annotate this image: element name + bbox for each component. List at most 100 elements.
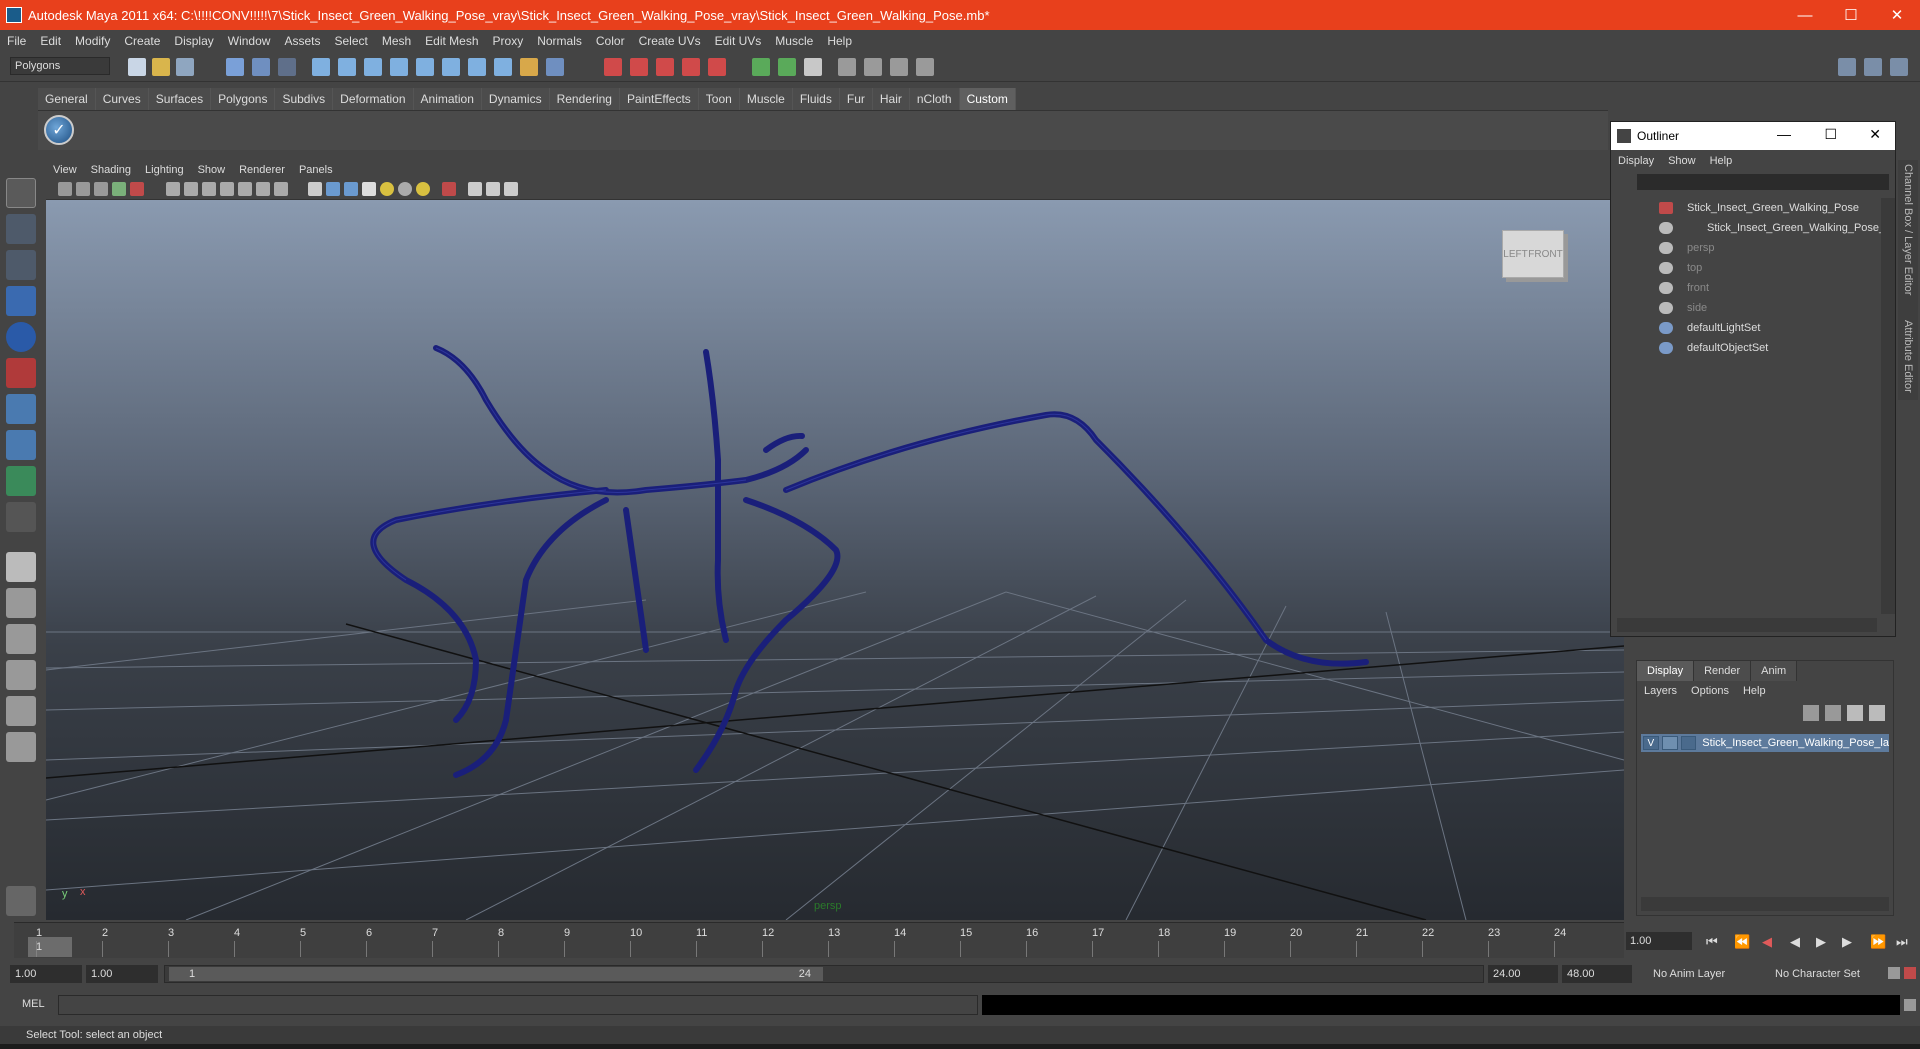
animation-preferences-icon[interactable] <box>1904 967 1916 979</box>
lasso-tool-icon[interactable] <box>6 214 36 244</box>
snap-grid-icon[interactable] <box>338 58 356 76</box>
step-forward-key-icon[interactable]: ⏩ <box>1870 934 1886 950</box>
outliner-filter-field[interactable] <box>1637 174 1889 190</box>
menu-create[interactable]: Create <box>117 34 167 48</box>
current-frame-field[interactable]: 1.00 <box>1626 932 1692 950</box>
construction-history-icon[interactable] <box>804 58 822 76</box>
menu-set-dropdown[interactable]: Polygons <box>10 57 110 75</box>
scale-tool-icon[interactable] <box>6 358 36 388</box>
viewcube-front-face[interactable]: FRONT <box>1528 249 1562 260</box>
xray-components-icon[interactable] <box>504 182 518 196</box>
xray-joints-icon[interactable] <box>486 182 500 196</box>
menu-color[interactable]: Color <box>589 34 632 48</box>
outliner-item[interactable]: defaultObjectSet <box>1611 338 1883 358</box>
go-to-start-icon[interactable]: ⏮ <box>1706 934 1718 950</box>
show-attribute-editor-icon[interactable] <box>1838 58 1856 76</box>
layer-horizontal-scrollbar[interactable] <box>1641 897 1889 911</box>
shelf-tab-deformation[interactable]: Deformation <box>333 88 414 110</box>
safe-title-icon[interactable] <box>274 182 288 196</box>
shelf-tab-fluids[interactable]: Fluids <box>792 88 840 110</box>
field-chart-icon[interactable] <box>238 182 252 196</box>
layer-menu-layers[interactable]: Layers <box>1637 685 1684 697</box>
persp-graph-layout-icon[interactable] <box>6 660 36 690</box>
layer-color-swatch[interactable] <box>1680 736 1697 750</box>
persp-outliner-layout-icon[interactable] <box>6 624 36 654</box>
rotate-tool-icon[interactable] <box>6 322 36 352</box>
new-scene-icon[interactable] <box>128 58 146 76</box>
menu-file[interactable]: File <box>0 34 33 48</box>
outliner-close-button[interactable]: ✕ <box>1869 126 1881 143</box>
universal-manipulator-icon[interactable] <box>6 394 36 424</box>
paint-select-tool-icon[interactable] <box>6 250 36 280</box>
safe-action-icon[interactable] <box>256 182 270 196</box>
step-back-frame-icon[interactable]: ◀ <box>1762 934 1772 950</box>
outliner-maximize-button[interactable]: ☐ <box>1824 126 1837 143</box>
save-scene-icon[interactable] <box>176 58 194 76</box>
history-icon[interactable] <box>468 58 486 76</box>
outliner-item[interactable]: front <box>1611 278 1883 298</box>
outliner-item[interactable]: top <box>1611 258 1883 278</box>
layer-tab-anim[interactable]: Anim <box>1751 661 1798 681</box>
viewport-menu-renderer[interactable]: Renderer <box>232 164 292 176</box>
shelf-tab-subdivs[interactable]: Subdivs <box>275 88 334 110</box>
layer-menu-help[interactable]: Help <box>1736 685 1773 697</box>
outliner-minimize-button[interactable]: — <box>1777 126 1791 142</box>
menu-display[interactable]: Display <box>167 34 220 48</box>
help-line-icon[interactable] <box>494 58 512 76</box>
snap-to-point-icon[interactable] <box>656 58 674 76</box>
wireframe-on-shaded-icon[interactable] <box>344 182 358 196</box>
layer-menu-options[interactable]: Options <box>1684 685 1736 697</box>
smooth-shade-icon[interactable] <box>326 182 340 196</box>
show-manipulator-icon[interactable] <box>6 466 36 496</box>
outliner-item[interactable]: defaultLightSet <box>1611 318 1883 338</box>
minimize-button[interactable]: — <box>1782 0 1828 30</box>
viewcube[interactable]: LEFT FRONT <box>1502 230 1564 278</box>
custom-shelf-check-icon[interactable]: ✓ <box>44 115 74 145</box>
step-back-key-icon[interactable]: ⏪ <box>1734 934 1750 950</box>
snap-plane-icon[interactable] <box>416 58 434 76</box>
layer-row[interactable]: V Stick_Insect_Green_Walking_Pose_la <box>1641 734 1889 752</box>
shelf-tab-general[interactable]: General <box>38 88 96 110</box>
soft-modification-icon[interactable] <box>6 430 36 460</box>
layer-visibility-toggle[interactable]: V <box>1643 736 1659 750</box>
image-plane-icon[interactable] <box>94 182 108 196</box>
shelf-tab-hair[interactable]: Hair <box>872 88 910 110</box>
viewcube-left-face[interactable]: LEFT <box>1503 249 1527 260</box>
outliner-item[interactable]: Stick_Insect_Green_Walking_Pose_ <box>1611 218 1885 238</box>
menu-create-uvs[interactable]: Create UVs <box>632 34 708 48</box>
default-light-icon[interactable] <box>380 182 394 196</box>
menu-proxy[interactable]: Proxy <box>486 34 531 48</box>
maximize-button[interactable]: ☐ <box>1828 0 1874 30</box>
script-editor-icon[interactable] <box>1904 999 1916 1011</box>
outliner-item[interactable]: side <box>1611 298 1883 318</box>
all-lights-icon[interactable] <box>398 182 412 196</box>
time-slider[interactable]: 1 2 3 4 5 6 7 8 9 10 11 12 13 14 15 16 17 18 19 20 21 22 23 24 … <box>14 922 1624 958</box>
render-settings-icon[interactable] <box>916 58 934 76</box>
film-gate-icon[interactable] <box>184 182 198 196</box>
mel-input[interactable] <box>58 995 978 1015</box>
grid-toggle-icon[interactable] <box>166 182 180 196</box>
outliner-item[interactable]: Stick_Insect_Green_Walking_Pose <box>1611 198 1883 218</box>
gate-mask-icon[interactable] <box>220 182 234 196</box>
shelf-tab-muscle[interactable]: Muscle <box>739 88 793 110</box>
shelf-tab-painteffects[interactable]: PaintEffects <box>619 88 699 110</box>
move-layer-down-icon[interactable] <box>1825 705 1841 721</box>
viewport-menu-shading[interactable]: Shading <box>84 164 138 176</box>
isolate-select-icon[interactable] <box>442 182 456 196</box>
viewport-menu-show[interactable]: Show <box>191 164 233 176</box>
outliner-vertical-scrollbar[interactable] <box>1881 198 1895 614</box>
render-current-icon[interactable] <box>864 58 882 76</box>
outliner-menu-show[interactable]: Show <box>1661 155 1703 167</box>
select-object-icon[interactable] <box>252 58 270 76</box>
resolution-gate-icon[interactable] <box>202 182 216 196</box>
camera-attributes-icon[interactable] <box>58 182 72 196</box>
twod-pan-zoom-icon[interactable] <box>112 182 126 196</box>
input-ops-icon[interactable] <box>752 58 770 76</box>
shadows-icon[interactable] <box>416 182 430 196</box>
close-button[interactable]: ✕ <box>1874 0 1920 30</box>
shelf-tab-rendering[interactable]: Rendering <box>549 88 620 110</box>
shelf-tab-curves[interactable]: Curves <box>95 88 149 110</box>
play-backwards-icon[interactable]: ◀ <box>1790 934 1800 950</box>
xray-icon[interactable] <box>468 182 482 196</box>
select-highlight-icon[interactable] <box>546 58 564 76</box>
